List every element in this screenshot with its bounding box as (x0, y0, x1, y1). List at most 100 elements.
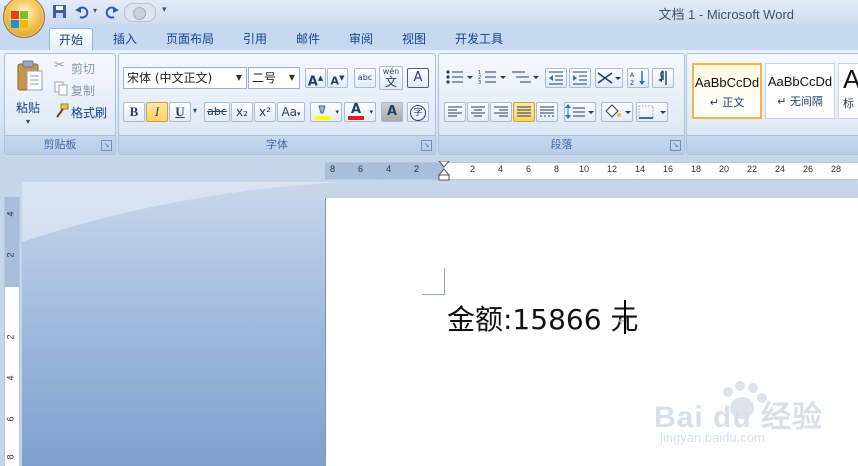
shading-button[interactable] (601, 102, 633, 122)
grow-font-button[interactable]: A▲ (305, 68, 326, 89)
svg-text:A: A (630, 72, 635, 79)
tab-developer[interactable]: 开发工具 (446, 28, 512, 50)
font-color-button[interactable]: A ▾ (344, 102, 376, 122)
tab-review[interactable]: 审阅 (340, 28, 382, 50)
multilevel-list-button[interactable] (510, 68, 540, 88)
svg-text:Z: Z (630, 80, 634, 86)
font-size-value: 二号 (252, 71, 277, 85)
cut-button[interactable]: ✂ 剪切 (52, 58, 110, 76)
justify-icon (517, 106, 531, 117)
line-spacing-button[interactable] (564, 102, 596, 122)
highlight-button[interactable]: ▾ (310, 102, 342, 122)
format-painter-button[interactable]: 格式刷 (52, 102, 112, 120)
char-border-icon: A (413, 70, 423, 85)
enclose-char-button[interactable]: 字 (407, 102, 429, 122)
superscript-button[interactable]: x² (254, 102, 276, 122)
style-no-spacing-sample: AaBbCcDd (767, 74, 833, 89)
align-center-icon (471, 106, 485, 117)
paragraph-launcher-icon[interactable]: ↘ (670, 140, 681, 151)
change-case-button[interactable]: Aa▾ (277, 102, 305, 122)
save-icon[interactable] (52, 4, 68, 19)
styles-group-label (687, 135, 858, 154)
bold-icon: B (129, 104, 139, 119)
copy-icon (54, 81, 68, 96)
tab-insert[interactable]: 插入 (104, 28, 146, 50)
style-heading-sample: A (843, 64, 858, 94)
style-no-spacing[interactable]: AaBbCcDd ↵ 无间隔 (765, 63, 835, 119)
copy-button[interactable]: 复制 (52, 80, 110, 98)
font-launcher-icon[interactable]: ↘ (421, 140, 432, 151)
undo-dropdown-icon[interactable]: ▾ (93, 6, 97, 15)
clipboard-group: 粘贴 ▾ ✂ 剪切 复制 格式刷 剪贴板 ↘ (4, 53, 116, 155)
borders-button[interactable] (636, 102, 668, 122)
char-shading-button[interactable]: A (381, 102, 403, 122)
line-spacing-icon (565, 104, 594, 119)
italic-button[interactable]: I (146, 102, 168, 122)
underline-button[interactable]: U (169, 102, 191, 122)
increase-indent-button[interactable] (569, 68, 591, 88)
subscript-button[interactable]: x₂ (231, 102, 253, 122)
text-cursor (624, 300, 626, 334)
subscript-icon: x₂ (236, 105, 248, 119)
tab-page-layout[interactable]: 页面布局 (157, 28, 223, 50)
align-right-button[interactable] (490, 102, 512, 122)
paintbrush-icon (56, 103, 69, 118)
undo-icon[interactable] (74, 4, 90, 19)
font-name-combo[interactable]: 宋体 (中文正文) ▼ (123, 67, 247, 89)
clear-format-button[interactable]: abc (354, 68, 376, 88)
tab-home[interactable]: 开始 (49, 28, 94, 51)
tab-mailings[interactable]: 邮件 (287, 28, 329, 50)
char-border-button[interactable]: A (407, 68, 429, 88)
style-heading-name: 标 (843, 97, 854, 110)
decrease-indent-button[interactable] (545, 68, 567, 88)
tab-view[interactable]: 视图 (393, 28, 435, 50)
bullets-button[interactable] (444, 68, 474, 88)
style-normal[interactable]: AaBbCcDd ↵ 正文 (692, 63, 762, 119)
style-heading[interactable]: A 标 (838, 63, 858, 119)
distributed-icon (540, 106, 554, 117)
justify-button[interactable] (513, 102, 535, 122)
distributed-button[interactable] (536, 102, 558, 122)
clipboard-group-label: 剪贴板 (5, 135, 115, 154)
underline-dropdown-icon[interactable]: ▾ (193, 106, 197, 115)
chinese-layout-button[interactable] (595, 68, 623, 88)
vruler-label: 4 (5, 375, 16, 381)
redo-icon[interactable] (104, 4, 120, 19)
customize-qat-icon[interactable]: ▾ (162, 5, 167, 15)
title-bar: ▾ ▾ 文档 1 - Microsoft Word (0, 0, 858, 38)
format-painter-label: 格式刷 (71, 106, 108, 120)
paste-dropdown-icon: ▾ (26, 117, 31, 126)
align-left-button[interactable] (444, 102, 466, 122)
font-name-dropdown-icon[interactable]: ▼ (232, 68, 246, 88)
ruler-label: 10 (579, 164, 590, 174)
styles-group: AaBbCcDd ↵ 正文 AaBbCcDd ↵ 无间隔 A 标 (686, 53, 858, 155)
shrink-font-icon: A (330, 74, 340, 88)
ruler-label: 22 (747, 164, 758, 174)
ribbon: 粘贴 ▾ ✂ 剪切 复制 格式刷 剪贴板 ↘ 宋体 (中文正文) ▼ 二号 ▼ … (0, 50, 858, 157)
numbering-button[interactable]: 123 (477, 68, 507, 88)
shrink-font-button[interactable]: A▼ (327, 68, 348, 88)
align-center-button[interactable] (467, 102, 489, 122)
indent-marker-icon[interactable] (438, 161, 450, 181)
clipboard-launcher-icon[interactable]: ↘ (101, 140, 112, 151)
sort-button[interactable]: AZ (627, 68, 649, 88)
horizontal-ruler[interactable]: 8 6 4 2 2 4 6 8 10 12 14 16 18 20 22 24 … (325, 161, 858, 181)
bold-button[interactable]: B (123, 102, 145, 122)
phonetic-guide-button[interactable]: wén 文 (379, 66, 403, 90)
highlighter-icon (315, 105, 331, 120)
paste-button[interactable]: 粘贴 ▾ (10, 57, 48, 132)
strikethrough-button[interactable]: abc (204, 102, 230, 122)
vertical-ruler[interactable]: 4 2 2 4 6 8 (4, 197, 20, 466)
multilevel-list-icon (512, 71, 539, 83)
font-size-dropdown-icon[interactable]: ▼ (285, 68, 299, 88)
tab-references[interactable]: 引用 (234, 28, 276, 50)
decrease-indent-icon (549, 71, 563, 85)
document-text[interactable]: 金额:15866 元 (447, 298, 638, 338)
vruler-label: 8 (5, 454, 16, 460)
show-marks-button[interactable] (652, 68, 674, 88)
style-normal-sample: AaBbCcDd (694, 75, 760, 90)
paste-icon (17, 60, 43, 91)
scissors-icon: ✂ (54, 58, 65, 73)
font-size-combo[interactable]: 二号 ▼ (248, 67, 300, 89)
qat-circle-button[interactable] (124, 3, 156, 22)
